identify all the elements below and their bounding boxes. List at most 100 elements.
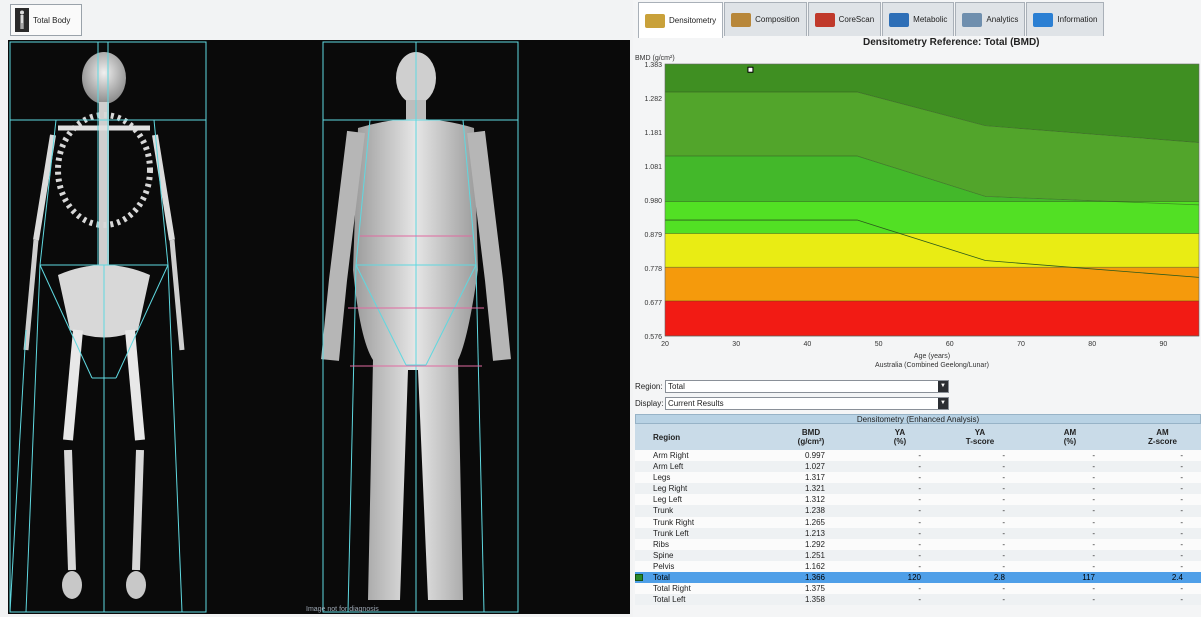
tab-label: Analytics xyxy=(986,15,1019,24)
table-row[interactable]: Legs 1.317 - - - - xyxy=(635,472,1201,484)
col-ya-pct-label: YA xyxy=(894,428,906,437)
table-row[interactable]: Leg Right 1.321 - - - - xyxy=(635,483,1201,495)
table-row[interactable]: Trunk Right 1.265 - - - - xyxy=(635,516,1201,528)
x-tick-label: 70 xyxy=(1017,341,1025,348)
table-row[interactable]: Trunk 1.238 - - - - xyxy=(635,505,1201,517)
analysis-tabs: Densitometry Composition CoreScan Metabolic… xyxy=(638,2,1105,38)
y-tick-label: 0.980 xyxy=(644,198,662,205)
cell-ya_t: - xyxy=(1002,451,1005,460)
table-row[interactable]: Total 1.366 120 2.8 117 2.4 xyxy=(635,572,1201,584)
cell-ya_t: - xyxy=(1002,517,1005,527)
cell-ya_t: - xyxy=(1002,495,1005,505)
cell-am_pct: - xyxy=(1092,484,1095,494)
cell-am_z: - xyxy=(1180,517,1183,527)
tab-densitometry[interactable]: Densitometry xyxy=(638,2,724,38)
cell-am_pct: - xyxy=(1092,495,1095,505)
table-row[interactable]: Leg Left 1.312 - - - - xyxy=(635,494,1201,506)
col-ya-pct: YA (%) xyxy=(885,428,915,446)
chart-title: Densitometry Reference: Total (BMD) xyxy=(863,37,1040,48)
tab-analytics[interactable]: Analytics xyxy=(955,2,1026,36)
cell-am_z: - xyxy=(1180,550,1183,560)
band-bright-green xyxy=(665,201,1199,234)
cell-bmd: 1.292 xyxy=(804,539,825,549)
table-row[interactable]: Total Left 1.358 - - - - xyxy=(635,594,1201,606)
cell-bmd: 1.321 xyxy=(804,484,825,494)
chart-subtitle: Australia (Combined Geelong/Lunar) xyxy=(875,362,989,369)
cell-ya_pct: - xyxy=(918,506,921,516)
col-ya-pct-sub: (%) xyxy=(893,437,907,446)
cell-bmd: 1.312 xyxy=(804,495,825,505)
display-dropdown[interactable]: Current Results ▼ xyxy=(665,397,949,410)
region-label: Region: xyxy=(635,382,663,391)
col-bmd: BMD (g/cm²) xyxy=(791,428,831,446)
cell-ya_pct: - xyxy=(918,595,921,605)
cell-bmd: 1.162 xyxy=(804,561,825,571)
region-dropdown[interactable]: Total ▼ xyxy=(665,380,949,393)
band-orange xyxy=(665,267,1199,301)
y-tick-label: 1.383 xyxy=(644,62,662,69)
chevron-down-icon[interactable]: ▼ xyxy=(938,381,948,392)
table-row[interactable]: Arm Left 1.027 - - - - xyxy=(635,461,1201,473)
cell-region: Leg Left xyxy=(653,495,682,505)
tab-label: CoreScan xyxy=(838,15,875,24)
cell-bmd: 0.997 xyxy=(804,451,825,460)
patient-marker xyxy=(747,66,754,73)
y-tick-label: 1.282 xyxy=(644,96,662,103)
table-row[interactable]: Pelvis 1.162 - - - - xyxy=(635,560,1201,573)
cell-am_z: 2.4 xyxy=(1171,573,1183,583)
metabolic-icon xyxy=(889,12,910,27)
cell-ya_t: 2.8 xyxy=(993,573,1005,583)
cell-am_pct: 117 xyxy=(1082,573,1095,583)
cell-bmd: 1.213 xyxy=(804,528,825,538)
y-tick-label: 0.778 xyxy=(644,266,662,273)
cell-am_z: - xyxy=(1180,473,1183,483)
cell-ya_pct: - xyxy=(918,561,921,571)
cell-bmd: 1.251 xyxy=(804,550,825,560)
total-body-tab[interactable]: Total Body xyxy=(10,4,82,36)
chevron-down-icon[interactable]: ▼ xyxy=(938,398,948,409)
dexa-scan-images: Image not for diagnosis xyxy=(8,40,630,614)
y-axis-label: BMD (g/cm²) xyxy=(635,55,675,62)
cell-bmd: 1.317 xyxy=(804,473,825,483)
cell-bmd: 1.358 xyxy=(804,595,825,605)
densitometry-reference-chart: 1.383 1.282 1.181 1.081 0.980 0.879 0.778 0.677… xyxy=(635,55,1200,369)
table-row[interactable]: Trunk Left 1.213 - - - - xyxy=(635,527,1201,539)
cell-ya_pct: - xyxy=(918,550,921,560)
x-axis-label: Age (years) xyxy=(914,353,950,360)
tab-information[interactable]: Information xyxy=(1026,2,1105,36)
cell-region: Total Left xyxy=(653,595,686,605)
cell-am_z: - xyxy=(1180,561,1183,571)
x-tick-label: 90 xyxy=(1160,341,1168,348)
table-row[interactable]: Ribs 1.292 - - - - xyxy=(635,538,1201,550)
table-row[interactable]: Arm Right 0.997 - - - - xyxy=(635,450,1201,462)
cell-ya_t: - xyxy=(1002,484,1005,494)
tab-metabolic[interactable]: Metabolic xyxy=(882,2,955,36)
cell-am_pct: - xyxy=(1092,561,1095,571)
cell-ya_t: - xyxy=(1002,561,1005,571)
tab-label: Composition xyxy=(755,15,800,24)
cell-ya_pct: - xyxy=(918,473,921,483)
cell-ya_pct: 120 xyxy=(907,573,921,583)
col-am-zscore-sub: Z-score xyxy=(1148,437,1177,446)
cell-ya_t: - xyxy=(1002,506,1005,516)
tab-corescan[interactable]: CoreScan xyxy=(807,2,882,36)
cell-ya_pct: - xyxy=(918,451,921,460)
cell-am_pct: - xyxy=(1092,473,1095,483)
display-selector: Display: Current Results ▼ xyxy=(635,397,949,410)
tab-composition[interactable]: Composition xyxy=(724,2,807,36)
corescan-icon xyxy=(814,12,835,27)
scan-image-panel: Total Body Image not for diagnosis xyxy=(0,0,633,617)
cell-region: Leg Right xyxy=(653,484,688,494)
cell-ya_pct: - xyxy=(918,539,921,549)
cell-region: Pelvis xyxy=(653,561,675,571)
x-tick-label: 30 xyxy=(732,341,740,348)
cell-am_pct: - xyxy=(1092,517,1095,527)
col-am-pct-sub: (%) xyxy=(1063,437,1077,446)
cell-ya_t: - xyxy=(1002,584,1005,594)
col-am-zscore-label: AM xyxy=(1156,428,1169,437)
band-yellow xyxy=(665,233,1199,268)
table-row[interactable]: Spine 1.251 - - - - xyxy=(635,549,1201,561)
cell-region: Total Right xyxy=(653,584,691,594)
cell-am_z: - xyxy=(1180,484,1183,494)
table-row[interactable]: Total Right 1.375 - - - - xyxy=(635,583,1201,595)
